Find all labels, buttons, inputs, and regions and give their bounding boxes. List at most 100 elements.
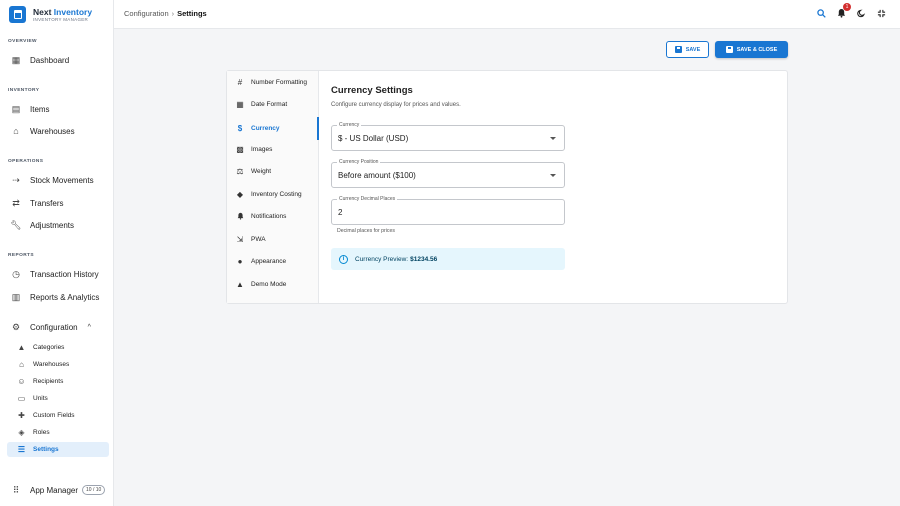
settings-tab-notifications[interactable]: Notifications bbox=[227, 207, 319, 225]
dashboard-icon: ▦ bbox=[11, 54, 21, 65]
section-overview: OVERVIEW bbox=[8, 39, 37, 44]
section-operations: OPERATIONS bbox=[8, 159, 44, 164]
info-icon: i bbox=[339, 254, 348, 264]
nav-adjustments[interactable]: 🔧︎ Adjustments bbox=[7, 217, 109, 233]
nav-dashboard[interactable]: ▦ Dashboard bbox=[7, 52, 109, 68]
transfer-arrows-icon: ⇄ bbox=[12, 197, 20, 208]
currency-select-value: $ - US Dollar (USD) bbox=[338, 134, 409, 143]
currency-position-label: Currency Position bbox=[337, 159, 381, 165]
bell-icon bbox=[235, 212, 245, 220]
puzzle-icon: ✚ bbox=[18, 411, 25, 420]
nav-config-custom-fields[interactable]: ✚ Custom Fields bbox=[7, 408, 109, 423]
settings-tab-number-formatting[interactable]: # Number Formatting bbox=[227, 73, 319, 91]
save-and-close-button[interactable]: SAVE & CLOSE bbox=[715, 41, 788, 58]
currency-preview-value: $1234.56 bbox=[410, 255, 438, 263]
currency-decimal-places-label: Currency Decimal Places bbox=[337, 196, 398, 202]
nav-transfers[interactable]: ⇄ Transfers bbox=[7, 195, 109, 211]
image-icon: ▩ bbox=[236, 144, 244, 154]
inventory-box-icon: ▤ bbox=[11, 103, 21, 114]
brand-name: Next Inventory bbox=[33, 6, 93, 17]
currency-preview-alert: i Currency Preview: $1234.56 bbox=[331, 248, 565, 270]
tune-icon: ☰ bbox=[17, 445, 26, 454]
save-icon bbox=[725, 46, 733, 53]
apps-grid-icon: ⠿ bbox=[12, 484, 20, 495]
warehouse-icon: ⌂ bbox=[13, 126, 19, 136]
settings-tab-images[interactable]: ▩ Images bbox=[227, 140, 319, 158]
nav-configuration[interactable]: ⚙ Configuration ^ bbox=[7, 319, 109, 335]
settings-tab-appearance[interactable]: ● Appearance bbox=[227, 252, 319, 270]
bell-icon[interactable]: 1 bbox=[836, 3, 851, 18]
breadcrumb-parent[interactable]: Configuration bbox=[124, 9, 169, 18]
shield-icon: ◈ bbox=[18, 428, 25, 437]
settings-tab-pwa[interactable]: ⇲ PWA bbox=[227, 230, 319, 248]
nav-warehouses[interactable]: ⌂ Warehouses bbox=[7, 123, 109, 139]
save-button[interactable]: SAVE bbox=[666, 41, 709, 58]
currency-select[interactable]: Currency $ - US Dollar (USD) bbox=[331, 122, 565, 151]
theme-toggle-icon[interactable] bbox=[856, 8, 866, 18]
history-icon: ◷ bbox=[12, 268, 20, 279]
section-reports: REPORTS bbox=[8, 253, 34, 258]
sidebar: Next Inventory INVENTORY MANAGER OVERVIE… bbox=[0, 0, 114, 506]
chevron-up-icon: ^ bbox=[87, 323, 91, 331]
breadcrumb: Configuration › Settings bbox=[124, 9, 207, 18]
currency-position-select[interactable]: Currency Position Before amount ($100) bbox=[331, 159, 565, 188]
nav-transaction-history[interactable]: ◷ Transaction History bbox=[7, 266, 109, 282]
inventory-logo-icon bbox=[9, 6, 26, 23]
breadcrumb-separator: › bbox=[171, 9, 175, 18]
currency-position-value: Before amount ($100) bbox=[338, 171, 416, 180]
scale-icon: ⚖ bbox=[236, 166, 244, 176]
currency-settings-title: Currency Settings bbox=[331, 85, 413, 96]
settings-card: # Number Formatting ▦ Date Format $ Curr… bbox=[226, 70, 788, 304]
nav-config-settings[interactable]: ☰ Settings bbox=[7, 442, 109, 457]
gear-icon: ⚙ bbox=[11, 321, 21, 332]
settings-nav: # Number Formatting ▦ Date Format $ Curr… bbox=[227, 71, 319, 303]
nav-config-categories[interactable]: ▲ Categories bbox=[7, 340, 109, 355]
settings-tab-inventory-costing[interactable]: ◆ Inventory Costing bbox=[227, 185, 319, 203]
category-icon: ▲ bbox=[17, 343, 26, 352]
hash-icon: # bbox=[237, 77, 243, 87]
palette-icon: ● bbox=[237, 256, 243, 266]
nav-items[interactable]: ▤ Items bbox=[7, 101, 109, 117]
nav-config-units[interactable]: ▭ Units bbox=[7, 391, 109, 406]
fullscreen-icon[interactable] bbox=[876, 8, 886, 18]
settings-tab-weight[interactable]: ⚖ Weight bbox=[227, 162, 319, 180]
search-icon[interactable] bbox=[816, 8, 826, 18]
dollar-icon: $ bbox=[237, 124, 243, 133]
breadcrumb-current: Settings bbox=[177, 9, 207, 18]
layers-icon: ◆ bbox=[236, 189, 244, 199]
dropdown-arrow-icon bbox=[550, 137, 556, 140]
analytics-chart-icon: ▥ bbox=[11, 291, 21, 302]
install-app-icon: ⇲ bbox=[236, 234, 244, 244]
currency-select-label: Currency bbox=[337, 122, 362, 128]
save-icon bbox=[674, 46, 682, 53]
brand[interactable]: Next Inventory INVENTORY MANAGER bbox=[9, 6, 92, 23]
nav-stock-movements[interactable]: ⇢ Stock Movements bbox=[7, 172, 109, 188]
top-actions: 1 bbox=[816, 3, 886, 18]
nav-config-roles[interactable]: ◈ Roles bbox=[7, 425, 109, 440]
people-icon: ☺ bbox=[17, 377, 26, 386]
brand-subtitle: INVENTORY MANAGER bbox=[33, 16, 89, 22]
settings-tab-currency[interactable]: $ Currency bbox=[227, 117, 319, 140]
nav-config-warehouses[interactable]: ⌂ Warehouses bbox=[7, 357, 109, 372]
topbar: Configuration › Settings 1 bbox=[114, 0, 900, 29]
flask-icon: ▲ bbox=[236, 279, 244, 289]
currency-preview-label: Currency Preview: bbox=[355, 255, 409, 263]
currency-settings-description: Configure currency display for prices an… bbox=[331, 102, 461, 108]
decimal-places-helper-text: Decimal places for prices bbox=[337, 228, 395, 234]
section-inventory: INVENTORY bbox=[8, 88, 40, 93]
settings-tab-date-format[interactable]: ▦ Date Format bbox=[227, 95, 319, 113]
ruler-icon: ▭ bbox=[17, 394, 26, 403]
dropdown-arrow-icon bbox=[550, 174, 556, 177]
stock-movement-icon: ⇢ bbox=[12, 174, 20, 185]
nav-app-manager[interactable]: ⠿ App Manager 10 / 10 bbox=[7, 482, 109, 498]
currency-decimal-places-input[interactable]: Currency Decimal Places 2 bbox=[331, 196, 565, 225]
warehouse-icon: ⌂ bbox=[19, 360, 24, 369]
nav-config-recipients[interactable]: ☺ Recipients bbox=[7, 374, 109, 389]
wrench-icon: 🔧︎ bbox=[10, 219, 22, 230]
calendar-icon: ▦ bbox=[236, 99, 244, 109]
notification-badge: 1 bbox=[843, 3, 851, 11]
nav-reports-analytics[interactable]: ▥ Reports & Analytics bbox=[7, 289, 109, 305]
currency-decimal-places-value: 2 bbox=[338, 208, 343, 217]
settings-tab-demo-mode[interactable]: ▲ Demo Mode bbox=[227, 275, 319, 293]
app-count-badge: 10 / 10 bbox=[82, 485, 106, 495]
